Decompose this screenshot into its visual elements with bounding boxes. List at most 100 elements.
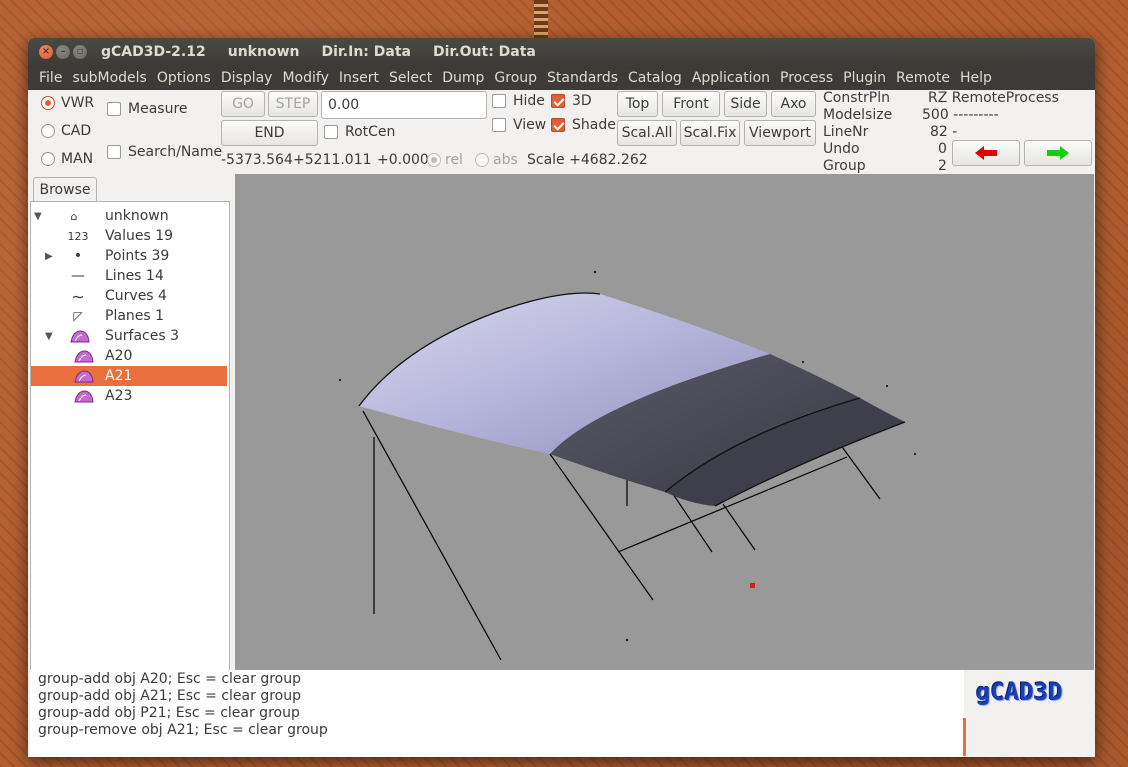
line-icon: — [71,268,85,284]
menu-insert[interactable]: Insert [334,70,384,86]
menu-remote[interactable]: Remote [891,70,955,86]
scale-readout: Scale +4682.262 [527,152,648,168]
checkbox-label: Measure [128,101,188,117]
hide-checkbox[interactable]: Hide [492,93,545,109]
tab-browse[interactable]: Browse [33,177,97,202]
menu-select[interactable]: Select [384,70,437,86]
values-icon: 123 [67,229,89,243]
tree-item-curves[interactable]: ∼ Curves 4 [31,286,227,306]
checkbox-label: View [513,117,547,133]
mode-vwr-radio[interactable]: VWR [41,95,94,111]
tree-item-planes[interactable]: ◸ Planes 1 [31,306,227,326]
menu-dump[interactable]: Dump [437,70,489,86]
constrpln-label: ConstrPln [823,90,890,106]
checkbox-box [492,118,506,132]
search-name-checkbox[interactable]: Search/Name [107,144,222,160]
go-button[interactable]: GO [221,91,265,117]
rotcen-checkbox[interactable]: RotCen [324,124,395,140]
abs-radio[interactable]: abs [475,152,523,168]
dir-in: Dir.In: Data [321,44,411,60]
3d-checkbox[interactable]: 3D [551,93,592,109]
checkbox-label: 3D [572,93,592,109]
checkbox-box [551,118,565,132]
coord-z: +0.000 [377,152,429,168]
checkbox-box [107,145,121,159]
menu-group[interactable]: Group [489,70,542,86]
menu-bar: File subModels Options Display Modify In… [28,66,1095,90]
surface-icon [74,350,94,363]
radio-label: MAN [61,151,94,167]
mode-man-radio[interactable]: MAN [41,151,93,167]
console-line: group-add obj A20; Esc = clear group [38,671,301,687]
radio-label: CAD [61,123,92,139]
checkbox-label: Search/Name [128,144,223,160]
scale-all-button[interactable]: Scal.All [617,120,677,146]
menu-help[interactable]: Help [955,70,997,86]
menu-plugin[interactable]: Plugin [838,70,891,86]
tree-item-points[interactable]: ▶ • Points 39 [31,246,227,266]
menu-modify[interactable]: Modify [277,70,333,86]
menu-application[interactable]: Application [687,70,775,86]
3d-viewport[interactable] [235,174,1094,670]
view-checkbox[interactable]: View [492,117,546,133]
tree-item-lines[interactable]: — Lines 14 [31,266,227,286]
redo-button[interactable] [1024,140,1092,166]
viewport-button[interactable]: Viewport [744,120,816,146]
tree-item-surfaces[interactable]: ▼ Surfaces 3 [31,326,227,346]
view-top-button[interactable]: Top [617,91,658,117]
console-line: group-add obj P21; Esc = clear group [38,705,300,721]
redo-arrow-icon [1047,146,1069,160]
shade-checkbox[interactable]: Shade [551,117,616,133]
view-axo-button[interactable]: Axo [771,91,816,117]
expand-arrow-icon[interactable]: ▼ [34,211,42,222]
step-button[interactable]: STEP [268,91,318,117]
menu-display[interactable]: Display [216,70,278,86]
tree-item-a21[interactable]: A21 [31,366,227,386]
expand-arrow-icon[interactable]: ▼ [45,331,53,342]
tree-item-label: Curves 4 [105,288,167,304]
checkbox-label: Hide [513,93,545,109]
modelsize-value: 500 --------- [922,107,999,123]
radio-indicator [427,153,441,167]
measure-checkbox[interactable]: Measure [107,101,188,117]
menu-standards[interactable]: Standards [542,70,623,86]
group-label: Group [823,158,866,174]
value-input[interactable]: 0.00 [321,91,487,119]
console-line: group-remove obj A21; Esc = clear group [38,722,328,738]
radio-indicator [41,152,55,166]
menu-submodels[interactable]: subModels [67,70,151,86]
rel-radio[interactable]: rel [427,152,475,168]
tree-item-values[interactable]: 123 Values 19 [31,226,227,246]
expand-arrow-icon[interactable]: ▶ [45,251,53,262]
menu-catalog[interactable]: Catalog [623,70,687,86]
checkbox-box [551,94,565,108]
end-button[interactable]: END [221,120,318,146]
scale-fix-button[interactable]: Scal.Fix [680,120,740,146]
curve-icon: ∼ [71,286,85,306]
tree-item-label: Values 19 [105,228,174,244]
title-bar[interactable]: × – ▫ gCAD3D-2.12 unknown Dir.In: Data D… [28,38,1095,66]
tree-item-label: Lines 14 [105,268,164,284]
tree-item-model[interactable]: ▼ ⌂ unknown [31,206,227,226]
undo-button[interactable] [952,140,1020,166]
minimize-icon[interactable]: – [56,45,70,59]
linenr-label: LineNr [823,124,869,140]
menu-options[interactable]: Options [152,70,216,86]
menu-file[interactable]: File [34,70,67,86]
tree-item-a20[interactable]: A20 [31,346,227,366]
view-front-button[interactable]: Front [662,91,720,117]
radio-label: VWR [61,95,95,111]
tree-item-a23[interactable]: A23 [31,386,227,406]
undo-value: 0 [938,141,947,157]
close-icon[interactable]: × [39,45,53,59]
tree-item-label: Points 39 [105,248,170,264]
app-logo: gCAD3D [976,678,1063,706]
menu-process[interactable]: Process [775,70,838,86]
browse-tree: ▼ ⌂ unknown 123 Values 19 ▶ • Points 39 … [30,201,230,671]
tree-item-label: Surfaces 3 [105,328,179,344]
tree-item-label: Planes 1 [105,308,165,324]
coordinate-bar: -5373.564 +5211.011 +0.000 rel abs Scale… [221,148,648,172]
view-side-button[interactable]: Side [724,91,767,117]
maximize-icon[interactable]: ▫ [73,45,87,59]
mode-cad-radio[interactable]: CAD [41,123,91,139]
